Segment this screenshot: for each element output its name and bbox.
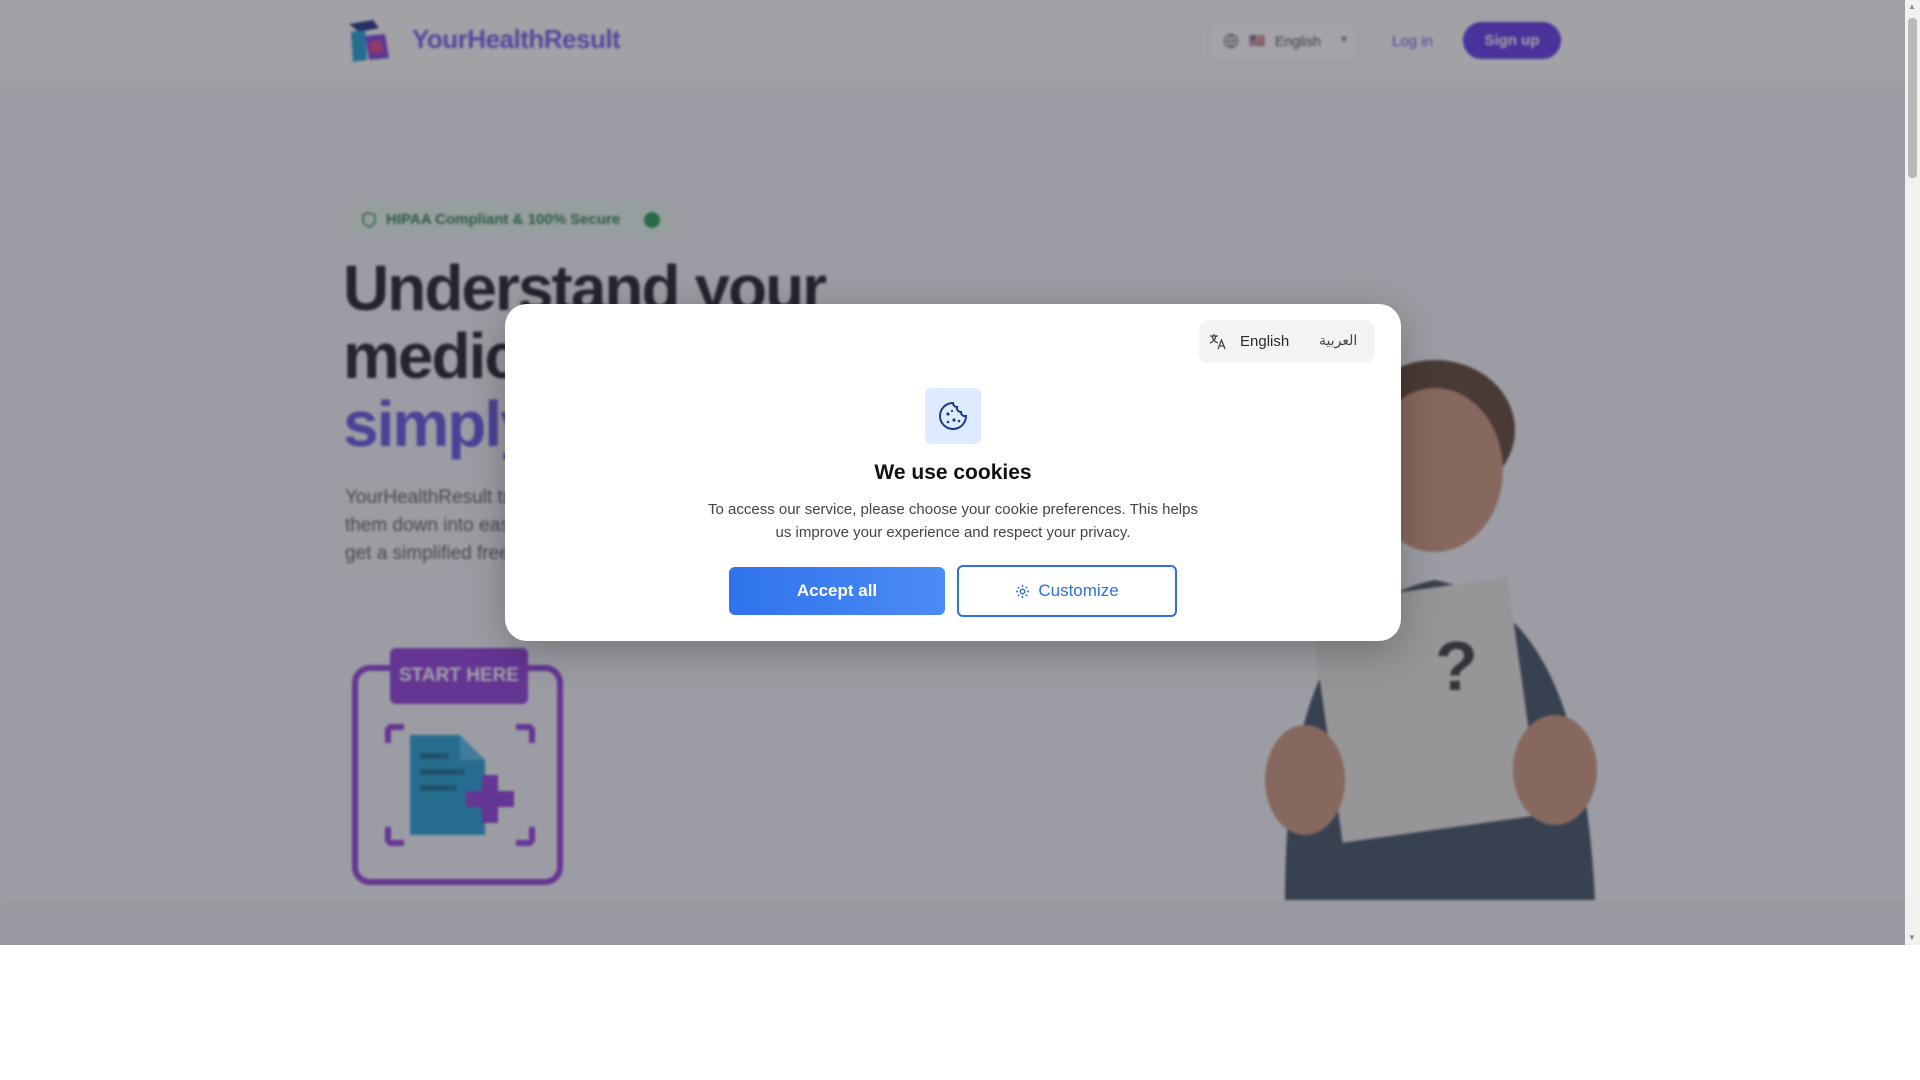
dialog-description: To access our service, please choose you… [708,501,1198,541]
scrollbar[interactable]: ▲ ▼ [1905,0,1920,945]
customize-button-label: Customize [1038,581,1119,600]
customize-button[interactable]: Customize [957,565,1177,617]
accept-all-button[interactable]: Accept all [729,567,945,615]
scroll-down-icon[interactable]: ▼ [1908,933,1916,942]
scroll-thumb[interactable] [1908,18,1917,178]
gear-icon [1016,584,1030,599]
language-option-english[interactable]: English [1240,333,1289,350]
language-option-arabic[interactable]: العربية [1319,332,1357,349]
scroll-up-icon[interactable]: ▲ [1908,2,1916,11]
cookie-dialog: English العربية We use cookies To access… [505,304,1401,641]
cookie-icon [939,401,968,430]
dialog-title: We use cookies [874,461,1032,484]
translate-icon [1209,334,1226,350]
dialog-language-switch: English العربية [1199,320,1375,363]
cookie-icon-tile [925,388,981,444]
